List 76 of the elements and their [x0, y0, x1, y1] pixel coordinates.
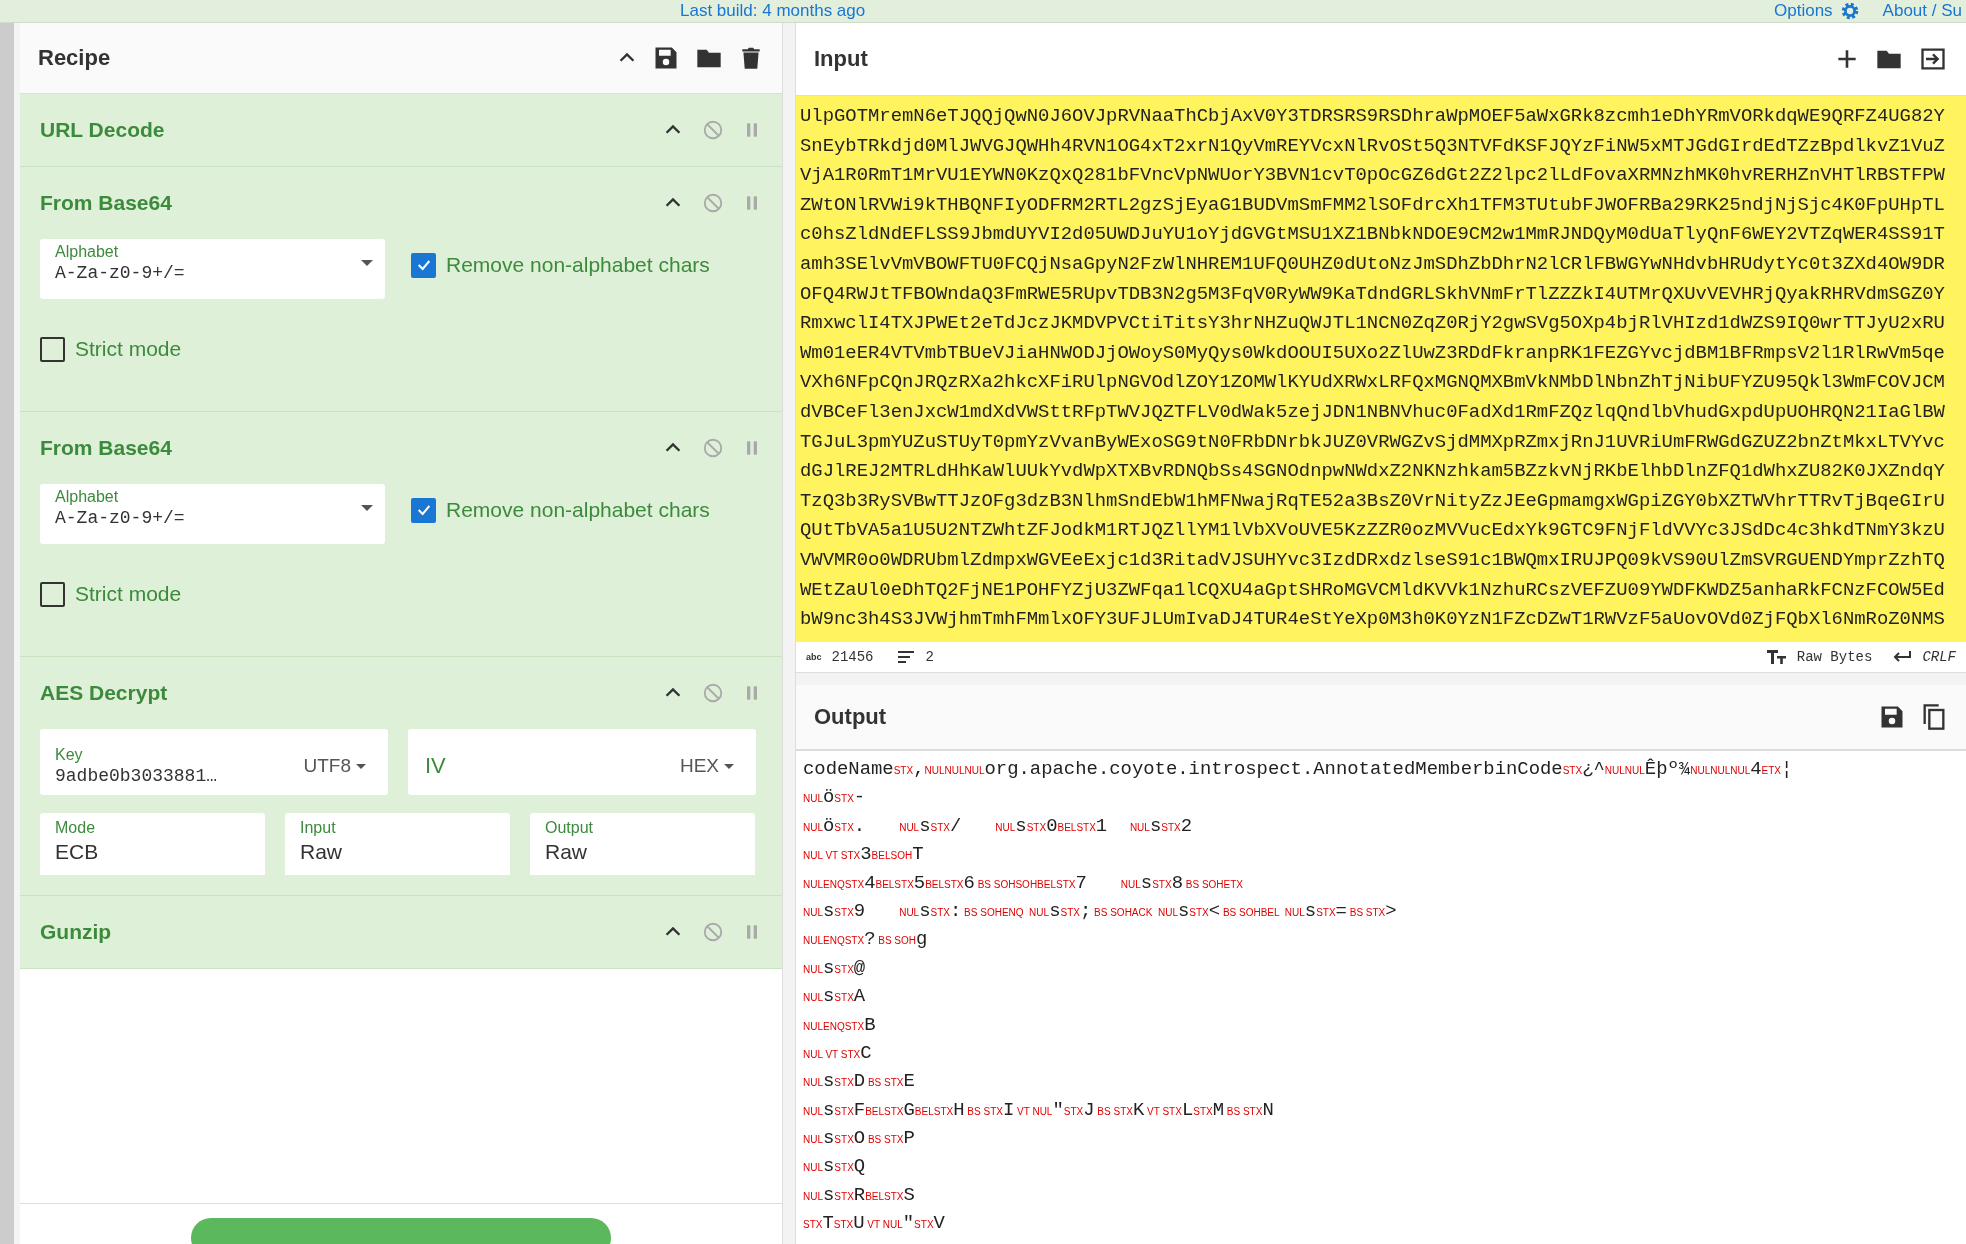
output-line: NULsSTXD BS STXE: [803, 1069, 916, 1095]
input-line: ZWtONlRVWi9kTHBQNFIyODFRM2RTL2gzSjEyaG1BUDVmSmFMM2lSOFdrcXh1TFM3TUtubFJWOFRBa29RK25ndjNjSjc4K0FpUHpTL: [800, 192, 1946, 218]
output-title: Output: [814, 704, 887, 730]
checkbox-label[interactable]: Remove non-alphabet chars: [446, 498, 710, 522]
scrollbar[interactable]: [0, 23, 14, 1244]
output-line: NULsSTX@: [803, 955, 867, 981]
input-line: VjA1R0RmT1MrVU1EYWN0KzQxQ281bFVncVpNWUorY3BVN1cvT0pOcGZ6dGt2Z2lpc2lLdFovaXRMNzhMK0hvRERHZnVHTlRBSTFPW: [800, 163, 1946, 189]
input-line: OFQ4RWJtTFBOWndaQ3FmRWE5RUpvTDB3N2g5M3FqV0RyWW9KaTdndGRLSkhVNmFrTlZZZkI4UTMrQXUvVEVHRjQyakRHRVdmSGZ0Y: [800, 281, 1946, 307]
input-line: TzQ3b3RySVBwTTJzOFg3dzB3NlhmSndEbW1hMFNwajRqTE52a3BsZ0VrNityZzJEeGpmamgxWGpiZGY0bXZTWVhrTTRvTjBqeGIrU: [800, 488, 1946, 514]
resize-handle[interactable]: [783, 23, 796, 1244]
operation-title: URL Decode: [40, 118, 165, 142]
operation-title: From Base64: [40, 191, 172, 215]
input-text-area[interactable]: [796, 96, 1966, 642]
input-line: WEtZaUl0eDhTQ2FjNE1POHFYZjU3ZWFqa1lCQXU4aGptSHRoMGVCMldKVVk1NzhuRCszVEFZU09YWDFKWDZ5anhaRkFCNzFCOW5Ed: [800, 577, 1946, 603]
checkbox[interactable]: [411, 252, 436, 278]
length-icon: abc: [806, 652, 822, 662]
input-line: UlpGOTMremN6eTJQQjQwN0J6OVJpRVNaaThCbjAxV0Y3TDRSRS9RSDhraWpMOEF5aWxGRk8zcmh1eDhYRmVORkdqWE9QRFZ4UG82Y: [800, 104, 1946, 129]
text-field[interactable]: Key 9adbe0b3033881… UTF8: [40, 729, 388, 795]
input-title: Input: [814, 46, 868, 72]
input-line: RmxwclI4TXJPWEt2eTdJczJKMDVPVCtiTitsY3hrNHZuQWJTL1NCN0ZqZ0RjY2gwSVg5OXp4bjRlVHIzd1dWZS9IQ0wrTTJyU2xRU: [800, 311, 1946, 337]
output-line: NULENQSTXB: [803, 1012, 877, 1038]
input-line: VWVMR0o0WDRUbmlZdmpxWGVEeExjc1d3RitadVJSUHYvc3IzdDRxdzlseS91c1BWQmxIRUJPQ09kVS90UlZmSVRGUENDYmprZzhTQ: [800, 547, 1946, 573]
operation-title: AES Decrypt: [40, 681, 168, 705]
recipe-title: Recipe: [38, 45, 111, 71]
output-line: NULsSTXQ: [803, 1154, 867, 1180]
output-line: NULsSTXFBELSTXGBELSTXH BS STXI VT NUL"STXJ BS STXK VT STXLSTXM BS STXN: [803, 1097, 1275, 1123]
length-count: 21456: [831, 649, 874, 665]
input-line: TGJuL3pmYUZuSTUyT0pmYzVvanByWExoSG9tN0FRbDNrbkJUZ0VRWGZvSjdMMXpRZmxjRnJ1UVRiUmFRWGdGZUZ2bnZtMkxLTVYvc: [800, 429, 1946, 455]
text-format-icon[interactable]: [1766, 649, 1787, 665]
input-line: dVBCeFl3enJxcW1mdXdVWSttRFpTWVJQZTFLV0dWak5zejJDN1NBNVhuc0FadXd1RmFZQzlqQndlbVhudGxpdUpUOHRQN21IaGlBW: [800, 399, 1946, 425]
encoding-label[interactable]: Raw Bytes: [1796, 649, 1873, 665]
operation-title: From Base64: [40, 436, 172, 460]
checkbox[interactable]: [411, 497, 436, 523]
output-line: NUL VT STX3BELSOHT: [803, 842, 925, 868]
input-line: c0hsZldNdEFLSS9JbmdUYVI2d05UWDJuYU1oYjdGVGtMSU1XZ1BNbkNDOE9CM2w1MmRJNDQyM0dUaTlyQnF6WEY2VTZqWER4SS91T: [800, 222, 1946, 248]
iv-input[interactable]: IV: [423, 752, 547, 780]
output-line: NULsSTXO BS STXP: [803, 1126, 916, 1152]
alphabet-dropdown[interactable]: Alphabet A-Za-z0-9+/=: [40, 239, 385, 299]
input-line: VXh6NFpCQnJRQzRXa2hkcXFiRUlpNGVOdlZOY1ZOMWlKYUdXRWxLRFQxMGNQMXBmVkNMbDlNbnZhTjNibUFYZU95Qkl3WmFCOVJCM: [800, 370, 1946, 396]
output-line: NUL VT STXC: [803, 1040, 873, 1066]
output-line: codeNameSTX,NULNULNULorg.apache.coyote.introspect.AnnotatedMemberbinCodeSTX¿^NULNULÊþº¾NULNULNUL4ETX¦: [803, 757, 1794, 782]
output-line: STXTSTXU VT NUL"STXV: [803, 1211, 946, 1237]
checkbox-label[interactable]: Strict mode: [75, 582, 182, 606]
input-line: bW9nc3h4S3JVWjhmTmhFMmlxOFY3UFJLUmIvaDJ4TUR4eStYeXp0M3h0K0YzN1FZcDZwT1RWVzF5aUovOVd0ZjFQbXl6NmRoZ0NMS: [800, 607, 1946, 633]
text-field[interactable]: IV HEX: [408, 729, 756, 795]
select-field[interactable]: Output Raw: [530, 813, 755, 875]
output-line: NULENQSTX?BS SOHg: [803, 927, 929, 953]
return-icon[interactable]: [1892, 650, 1913, 664]
input-line: Wm01eER4VTVmbTBUeVJiaHNWODJjOWoyS0MyQys0WkdOOUI5UXo2ZlUwZ3RDdFkranpRK1FEZGYvcjdBM1BFRmpsV2l1RlRwVm5qe: [800, 340, 1946, 366]
lines-icon: [897, 650, 916, 664]
alphabet-dropdown[interactable]: Alphabet A-Za-z0-9+/=: [40, 484, 385, 544]
lines-count: 2: [925, 649, 934, 665]
checkbox-label[interactable]: Strict mode: [75, 337, 182, 361]
output-line: NULsSTXRBELSTXS: [803, 1182, 916, 1208]
checkbox-label[interactable]: Remove non-alphabet chars: [446, 253, 710, 277]
build-info: Last build: 4 months ago: [680, 1, 866, 21]
checkmark-icon: [415, 502, 432, 518]
input-line: dGJlREJ2MTRLdHhKaWlUUkYvdWpXTXBvRDNQbSs4SGNOdnpwNWdxZ2NKNzhkam5BZzkvNjRKbElhbDlnZFQ1dWhxZU82K0JXZndqY: [800, 459, 1946, 485]
about-link[interactable]: About / Su: [1882, 1, 1962, 21]
output-line: NULöSTX. NULsSTX/ NULsSTX0BELSTX1 NULsSTX2: [803, 813, 1194, 839]
select-field[interactable]: Mode ECB: [40, 813, 265, 875]
input-line: QUtTbVA5a1U5U2NTZWhtZFJodkM1RTJQZllYM1lVbXVoUVE5KzZZR0ozMVVucEdxYk9GTC9FNjFldVVYc3JSdDc4c3hkdTNmY3kzU: [800, 518, 1946, 544]
input-line: SnEybTRkdjd0MlJWVGJQWHh4RVN1OG4xT2xrN1QyVmREYVcxNlRvOSt5Q3NTVFdKSFJQYzFiNW5xMTJGdGIrdEdTZzBpdlkvZ1VuZ: [800, 133, 1946, 159]
select-field[interactable]: Input Raw: [285, 813, 510, 875]
operation-title: Gunzip: [40, 920, 112, 944]
output-line: NULsSTX9 NULsSTX:BS SOHENQ NULsSTX;BS SOHACK NULsSTX<BS SOHBEL NULsSTX=BS STX>: [803, 898, 1398, 924]
checkbox[interactable]: [40, 581, 65, 607]
output-line: NULöSTX-: [803, 785, 867, 811]
output-line: NULENQSTX4BELSTX5BELSTX6 BS SOHSOHBELSTX7 NULsSTX8 BS SOHETX: [803, 870, 1244, 896]
options-link[interactable]: Options: [1774, 1, 1833, 21]
resize-handle[interactable]: [796, 673, 1966, 685]
checkmark-icon: [415, 257, 432, 273]
input-line: amh3SElvVmVBOWFTU0FCQjNsaGpyN2FzWlNHREM1UFQ0UHZ0dUtoNzJmSDhZbDhrN2lCRlFBWGYwNHdvbHRUdytYc0t3ZXd4OW9DR: [800, 251, 1946, 277]
output-line: NULsSTXA: [803, 984, 867, 1010]
eol-label[interactable]: CRLF: [1922, 649, 1956, 665]
checkbox[interactable]: [40, 336, 65, 362]
